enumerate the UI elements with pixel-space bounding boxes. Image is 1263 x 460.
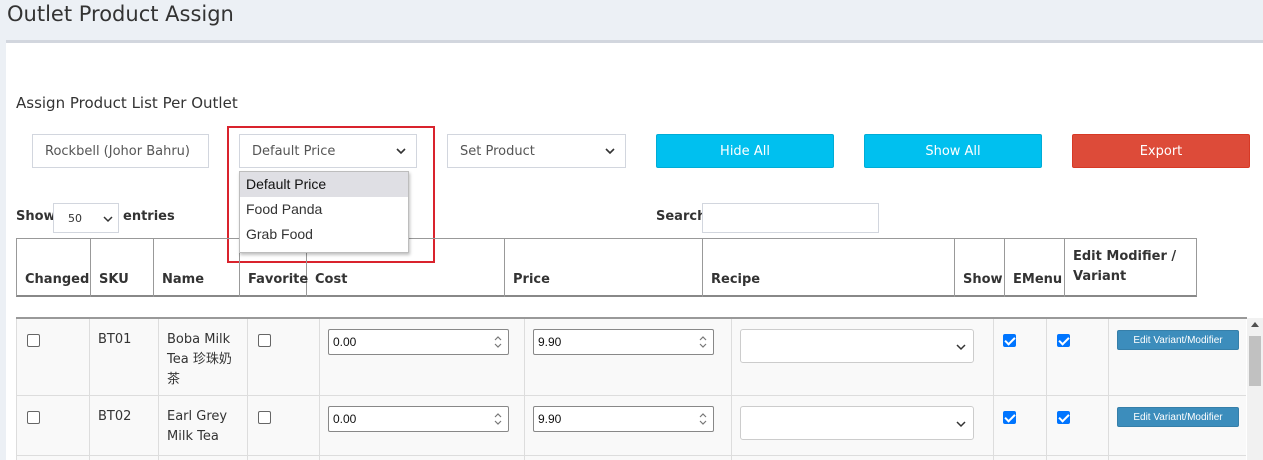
- product-name: Boba Milk Tea 珍珠奶茶: [167, 332, 232, 387]
- spinner-icon[interactable]: [698, 334, 708, 350]
- name-cell: [159, 456, 248, 460]
- entries-value: 50: [68, 211, 82, 225]
- price-type-dropdown-list: Default Price Food Panda Grab Food: [239, 171, 409, 253]
- column-header-sku[interactable]: SKU: [91, 239, 154, 297]
- price-input[interactable]: 9.90: [533, 406, 714, 432]
- cost-value: 0.00: [333, 335, 357, 349]
- chevron-down-icon: [605, 148, 615, 155]
- show-label: Show: [16, 209, 56, 224]
- changed-cell: [16, 396, 90, 455]
- cost-input[interactable]: 0.00: [328, 406, 509, 432]
- recipe-select[interactable]: [740, 329, 974, 363]
- recipe-cell: [732, 456, 994, 460]
- entries-label: entries: [123, 209, 175, 224]
- column-header-edit-modifier[interactable]: Edit Modifier / Variant: [1065, 239, 1198, 297]
- price-cell: [525, 456, 732, 460]
- recipe-select[interactable]: [740, 406, 974, 440]
- show-all-button[interactable]: Show All: [864, 134, 1042, 168]
- column-header-changed[interactable]: Changed: [17, 239, 91, 297]
- outlet-field[interactable]: Rockbell (Johor Bahru): [32, 134, 209, 168]
- edit-variant-modifier-button[interactable]: Edit Variant/Modifier: [1117, 407, 1239, 427]
- show-checkbox[interactable]: [1003, 411, 1016, 424]
- show-cell: [994, 319, 1047, 395]
- scrollbar-thumb[interactable]: [1249, 336, 1261, 386]
- column-header-emenu[interactable]: EMenu: [1005, 239, 1065, 297]
- changed-checkbox[interactable]: [27, 411, 40, 424]
- emenu-cell: [1047, 319, 1109, 395]
- favorite-cell: [248, 319, 320, 395]
- name-cell: Earl Grey Milk Tea: [159, 396, 248, 455]
- spinner-icon[interactable]: [698, 411, 708, 427]
- product-name: Earl Grey Milk Tea: [167, 409, 228, 444]
- table-row: BT01 Boba Milk Tea 珍珠奶茶 0.00 9.90 Edit V…: [16, 319, 1246, 396]
- product-set-value: Set Product: [460, 143, 535, 159]
- column-header-name[interactable]: Name: [154, 239, 240, 297]
- name-cell: Boba Milk Tea 珍珠奶茶: [159, 319, 248, 395]
- search-input[interactable]: [702, 203, 879, 233]
- column-header-recipe[interactable]: Recipe: [703, 239, 955, 297]
- emenu-cell: [1047, 396, 1109, 455]
- recipe-cell: [732, 319, 994, 395]
- chevron-down-icon: [956, 344, 966, 351]
- cost-cell: 0.00: [320, 396, 525, 455]
- favorite-cell: [248, 396, 320, 455]
- cost-input[interactable]: 0.00: [328, 329, 509, 355]
- box-title: Assign Product List Per Outlet: [16, 94, 238, 112]
- table-row: BT02 Earl Grey Milk Tea 0.00 9.90 Edit V…: [16, 396, 1246, 456]
- sku-text: BT02: [98, 409, 132, 424]
- price-input[interactable]: 9.90: [533, 329, 714, 355]
- price-value: 9.90: [538, 412, 562, 426]
- page-title: Outlet Product Assign: [7, 2, 234, 26]
- favorite-checkbox[interactable]: [258, 334, 271, 347]
- favorite-checkbox[interactable]: [258, 411, 271, 424]
- sku-cell: BT01: [90, 319, 159, 395]
- dropdown-option-food-panda[interactable]: Food Panda: [240, 197, 408, 222]
- changed-checkbox[interactable]: [27, 334, 40, 347]
- cost-cell: 0.00: [320, 319, 525, 395]
- cost-value: 0.00: [333, 412, 357, 426]
- entries-select[interactable]: 50: [53, 203, 119, 233]
- action-cell: Edit Variant/Modifier: [1109, 319, 1247, 395]
- table-row: [16, 456, 1246, 460]
- action-cell: Edit Variant/Modifier: [1109, 396, 1247, 455]
- chevron-down-icon: [103, 216, 113, 223]
- recipe-cell: [732, 396, 994, 455]
- action-cell: [1109, 456, 1247, 460]
- export-button[interactable]: Export: [1072, 134, 1250, 168]
- price-cell: 9.90: [525, 319, 732, 395]
- sku-cell: BT02: [90, 396, 159, 455]
- emenu-checkbox[interactable]: [1057, 411, 1070, 424]
- dropdown-option-grab-food[interactable]: Grab Food: [240, 222, 408, 247]
- emenu-cell: [1047, 456, 1109, 460]
- show-cell: [994, 456, 1047, 460]
- column-header-price[interactable]: Price: [505, 239, 703, 297]
- show-checkbox[interactable]: [1003, 334, 1016, 347]
- changed-cell: [16, 319, 90, 395]
- price-cell: 9.90: [525, 396, 732, 455]
- hide-all-button[interactable]: Hide All: [656, 134, 834, 168]
- chevron-down-icon: [956, 421, 966, 428]
- changed-cell: [16, 456, 90, 460]
- sku-cell: [90, 456, 159, 460]
- edit-variant-modifier-button[interactable]: Edit Variant/Modifier: [1117, 330, 1239, 350]
- emenu-checkbox[interactable]: [1057, 334, 1070, 347]
- sku-text: BT01: [98, 332, 132, 347]
- show-cell: [994, 396, 1047, 455]
- spinner-icon[interactable]: [493, 334, 503, 350]
- price-value: 9.90: [538, 335, 562, 349]
- cost-cell: [320, 456, 525, 460]
- outlet-value: Rockbell (Johor Bahru): [45, 143, 190, 159]
- product-set-select[interactable]: Set Product: [447, 134, 626, 168]
- column-header-show[interactable]: Show: [955, 239, 1005, 297]
- table-header: Changed SKU Name Favorite Cost Price Rec…: [16, 238, 1197, 297]
- spinner-icon[interactable]: [493, 411, 503, 427]
- scroll-up-icon[interactable]: [1251, 322, 1259, 327]
- table-body: BT01 Boba Milk Tea 珍珠奶茶 0.00 9.90 Edit V…: [16, 317, 1247, 460]
- favorite-cell: [248, 456, 320, 460]
- dropdown-option-default-price[interactable]: Default Price: [240, 172, 408, 197]
